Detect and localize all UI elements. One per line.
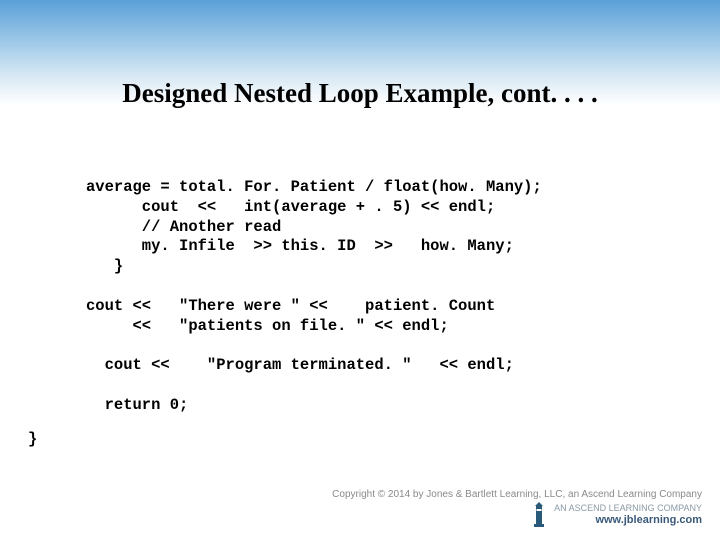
publisher-url: www.jblearning.com: [554, 514, 702, 526]
publisher-logo: AN ASCEND LEARNING COMPANY www.jblearnin…: [332, 502, 702, 528]
code-close-brace: }: [28, 430, 37, 448]
code-line: average = total. For. Patient / float(ho…: [86, 178, 542, 196]
publisher-text: AN ASCEND LEARNING COMPANY www.jblearnin…: [554, 504, 702, 526]
copyright-text: Copyright © 2014 by Jones & Bartlett Lea…: [332, 489, 702, 500]
code-line: cout << "There were " << patient. Count: [86, 297, 495, 315]
footer: Copyright © 2014 by Jones & Bartlett Lea…: [332, 489, 702, 528]
code-line: // Another read: [86, 218, 281, 236]
code-line: return 0;: [86, 396, 188, 414]
slide-title: Designed Nested Loop Example, cont. . . …: [0, 78, 720, 109]
code-line: my. Infile >> this. ID >> how. Many;: [86, 237, 514, 255]
publisher-tagline: AN ASCEND LEARNING COMPANY: [554, 504, 702, 514]
code-line: cout << "Program terminated. " << endl;: [86, 356, 514, 374]
code-line: << "patients on file. " << endl;: [86, 317, 449, 335]
code-block: average = total. For. Patient / float(ho…: [86, 178, 542, 416]
code-line: cout << int(average + . 5) << endl;: [86, 198, 495, 216]
code-line: }: [86, 257, 123, 275]
lighthouse-icon: [530, 502, 548, 528]
